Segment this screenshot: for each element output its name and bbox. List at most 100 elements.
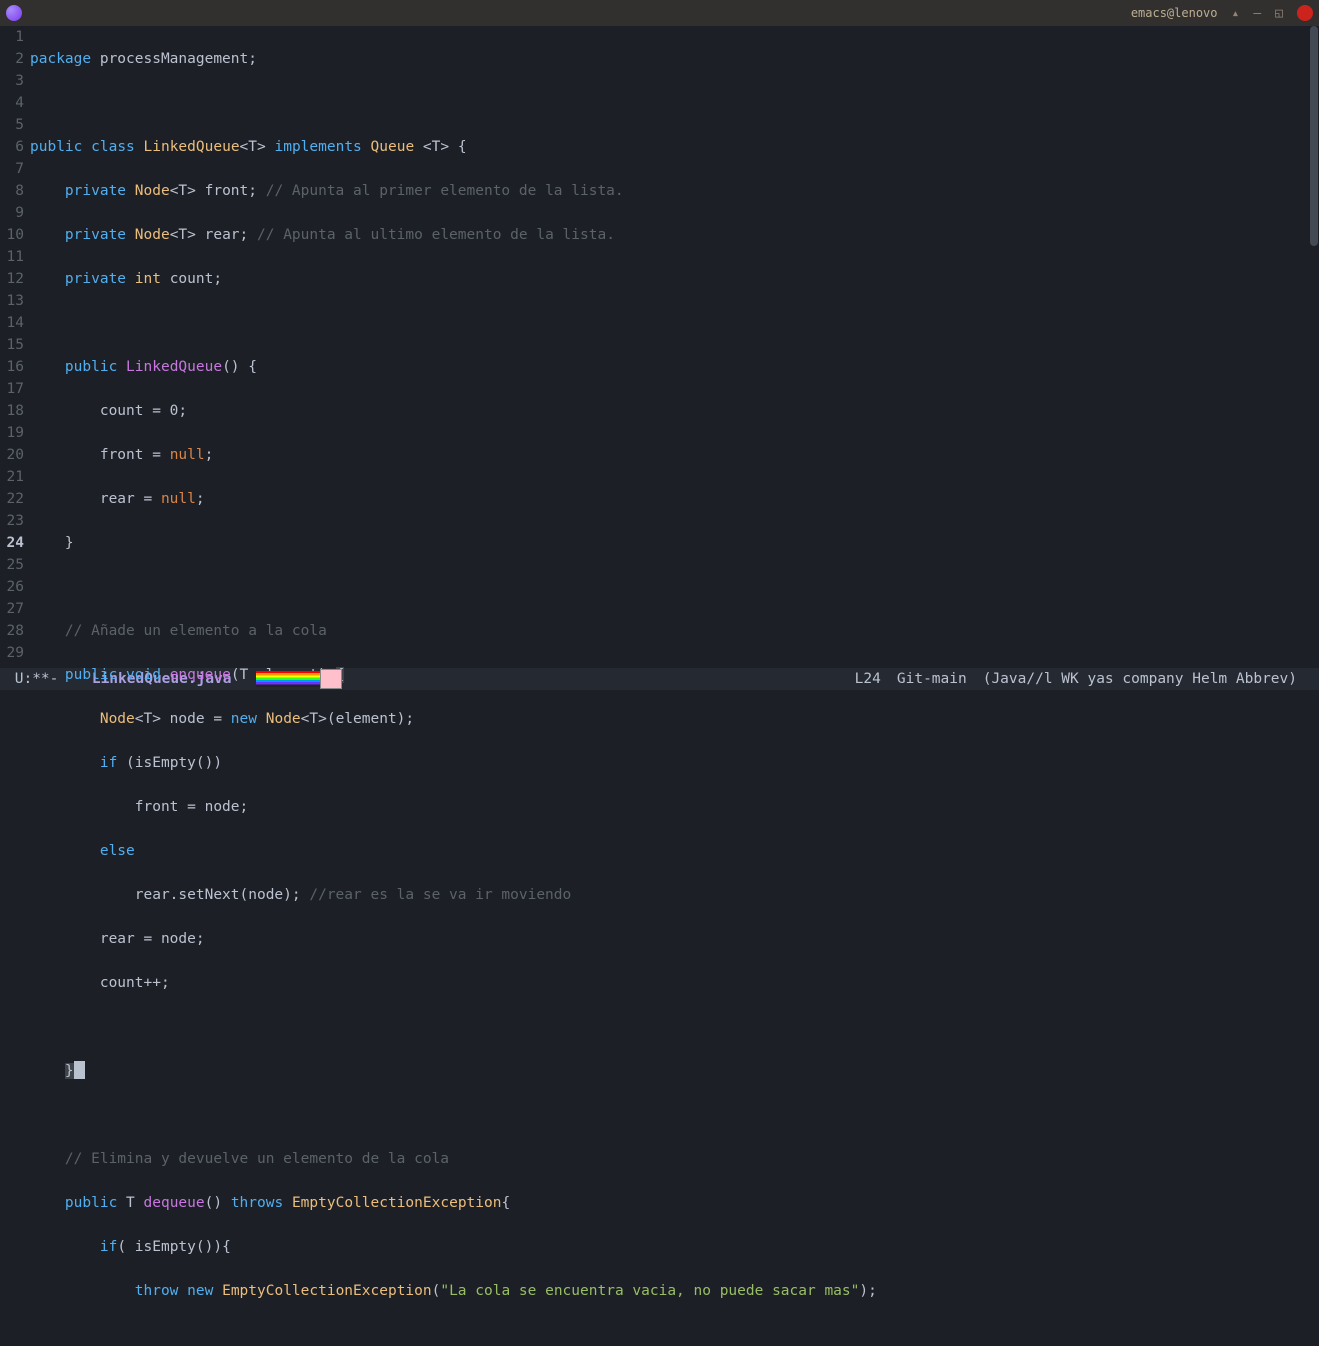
keyword: implements — [274, 139, 361, 155]
cursor — [74, 1061, 85, 1079]
indent — [30, 711, 100, 727]
nyan-cat-indicator — [256, 671, 336, 687]
keyword: private — [65, 227, 126, 243]
comment: // Elimina y devuelve un elemento de la … — [65, 1151, 449, 1167]
line-number: 24 — [0, 532, 24, 554]
code-text: front = — [30, 447, 170, 463]
line-number: 11 — [0, 246, 24, 268]
code-text: front = node; — [30, 799, 248, 815]
close-button[interactable] — [1297, 5, 1313, 21]
type: Node — [257, 711, 301, 727]
code-text: <T> — [240, 139, 266, 155]
code-text: (isEmpty()) — [117, 755, 222, 771]
indent — [30, 183, 65, 199]
indent — [30, 1283, 135, 1299]
titlebar-right: emacs@lenovo ▴ — ◱ — [1131, 5, 1313, 21]
scroll-thumb[interactable] — [1310, 26, 1318, 246]
line-number-gutter: 1234567891011121314151617181920212223242… — [0, 26, 28, 668]
keyword: private — [65, 183, 126, 199]
code-text: ); — [859, 1283, 876, 1299]
emacs-icon — [6, 5, 22, 21]
line-number: 9 — [0, 202, 24, 224]
line-number: 28 — [0, 620, 24, 642]
type: EmptyCollectionException — [283, 1195, 501, 1211]
line-number: 2 — [0, 48, 24, 70]
code-text: <T> node = — [135, 711, 231, 727]
titlebar-left — [6, 5, 28, 21]
line-number: 19 — [0, 422, 24, 444]
keyword: void — [126, 667, 161, 683]
function-name: enqueue — [170, 667, 231, 683]
code-text: count; — [161, 271, 222, 287]
keyword: package — [30, 51, 91, 67]
comment: // Apunta al primer elemento de la lista… — [266, 183, 624, 199]
line-number: 13 — [0, 290, 24, 312]
line-number: 6 — [0, 136, 24, 158]
code-text: <T>(element); — [301, 711, 415, 727]
line-number: 8 — [0, 180, 24, 202]
line-number: 17 — [0, 378, 24, 400]
code-text: rear = — [30, 491, 161, 507]
line-number: 12 — [0, 268, 24, 290]
editor[interactable]: 1234567891011121314151617181920212223242… — [0, 26, 1319, 668]
keyword: public — [65, 1195, 117, 1211]
class-name: LinkedQueue — [144, 139, 240, 155]
code-text: <T> front; — [170, 183, 266, 199]
line-number: 7 — [0, 158, 24, 180]
keyword: new — [231, 711, 257, 727]
line-number: 20 — [0, 444, 24, 466]
code-area[interactable]: package processManagement; public class … — [28, 26, 1319, 668]
titlebar: emacs@lenovo ▴ — ◱ — [0, 0, 1319, 26]
line-number: 22 — [0, 488, 24, 510]
line-number: 14 — [0, 312, 24, 334]
line-number: 10 — [0, 224, 24, 246]
type: Node — [135, 183, 170, 199]
code-text: <T> { — [414, 139, 466, 155]
code-text: ; — [196, 491, 205, 507]
string-literal: "La cola se encuentra vacia, no puede sa… — [440, 1283, 859, 1299]
keyword: public — [65, 359, 117, 375]
code-text: ( — [432, 1283, 441, 1299]
code-text: processManagement; — [91, 51, 257, 67]
type: int — [135, 271, 161, 287]
constant: null — [161, 491, 196, 507]
window-title: emacs@lenovo — [1131, 6, 1218, 20]
code-text: } — [30, 535, 74, 551]
overflow-icon[interactable]: ▴ — [1232, 6, 1240, 21]
indent — [30, 1063, 65, 1079]
keyword: if — [100, 755, 117, 771]
line-number: 4 — [0, 92, 24, 114]
code-text: <T> rear; — [170, 227, 257, 243]
keyword: class — [91, 139, 135, 155]
line-number: 29 — [0, 642, 24, 664]
comment: //rear es la se va ir moviendo — [309, 887, 571, 903]
code-text: count++; — [30, 975, 170, 991]
line-number: 15 — [0, 334, 24, 356]
line-number: 25 — [0, 554, 24, 576]
maximize-button[interactable]: ◱ — [1275, 6, 1283, 21]
indent — [30, 623, 65, 639]
line-number: 5 — [0, 114, 24, 136]
minimize-button[interactable]: — — [1253, 6, 1261, 21]
function-name: LinkedQueue — [126, 359, 222, 375]
code-text: () — [205, 1195, 231, 1211]
function-name: dequeue — [144, 1195, 205, 1211]
line-number: 26 — [0, 576, 24, 598]
indent — [30, 1151, 65, 1167]
interface-name: Queue — [371, 139, 415, 155]
indent — [30, 1239, 100, 1255]
type: Node — [100, 711, 135, 727]
line-number: 27 — [0, 598, 24, 620]
keyword: throw — [135, 1283, 179, 1299]
code-text: ( isEmpty()){ — [117, 1239, 231, 1255]
indent — [30, 755, 100, 771]
type: Node — [135, 227, 170, 243]
scrollbar[interactable] — [1307, 26, 1319, 668]
code-text: () { — [222, 359, 257, 375]
comment: // Añade un elemento a la cola — [65, 623, 327, 639]
matching-brace-highlight: } — [65, 1063, 74, 1079]
indent — [30, 843, 100, 859]
line-number: 18 — [0, 400, 24, 422]
keyword: else — [100, 843, 135, 859]
code-text: ; — [205, 447, 214, 463]
